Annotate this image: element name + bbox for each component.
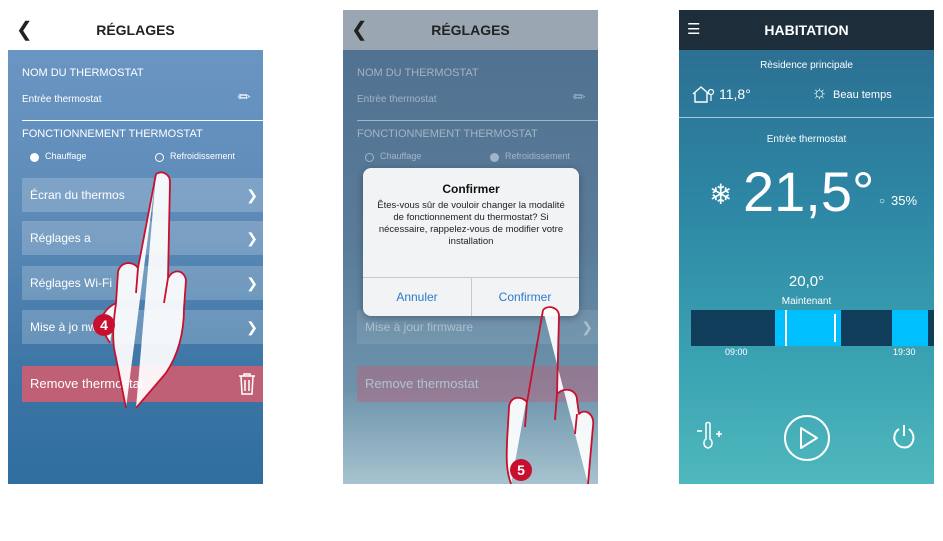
header: ☰ HABITATION <box>679 10 934 50</box>
setpoint-label: Maintenant <box>781 296 832 307</box>
settings-row-wifi[interactable]: Réglages Wi-Fi ❯ <box>22 266 263 300</box>
time-start: 09:00 <box>725 347 748 357</box>
page-title: HABITATION <box>764 22 849 38</box>
settings-row-firmware[interactable]: Mise à jo nware ❯ <box>22 310 263 344</box>
current-temperature: 21,5° <box>743 160 875 223</box>
name-section-label: NOM DU THERMOSTAT <box>357 67 479 79</box>
back-icon[interactable]: ❮ <box>351 10 368 50</box>
timeline-marker <box>785 310 787 346</box>
zone-name: Entrèe thermostat <box>766 134 847 145</box>
radio-cool-label: Refroidissement <box>505 151 571 161</box>
thermostat-name: Entrèe thermostat <box>22 94 102 105</box>
radio-cool <box>490 153 499 162</box>
residence-name: Rèsidence principale <box>760 60 853 71</box>
settings-screen: ❮ RÉGLAGES NOM DU THERMOSTAT Entrèe ther… <box>8 10 263 484</box>
remove-thermostat-button: Remove thermostat <box>357 366 598 402</box>
radio-heat[interactable] <box>30 153 39 162</box>
humidity-icon: ○ <box>879 196 886 207</box>
settings-row-display[interactable]: Écran du thermos ❯ <box>22 178 263 212</box>
step-badge: 5 <box>510 459 532 481</box>
radio-cool[interactable] <box>155 153 164 162</box>
trash-icon <box>239 373 255 395</box>
thermostat-name: Entrèe thermostat <box>357 94 437 105</box>
now-marker <box>834 314 836 342</box>
setpoint-temperature: 20,0° <box>788 273 825 290</box>
radio-heat <box>365 153 374 162</box>
settings-row-advanced[interactable]: Réglages a ❯ <box>22 221 263 255</box>
page-title: RÉGLAGES <box>96 22 175 38</box>
power-icon[interactable] <box>891 424 917 450</box>
weather-label: Beau temps <box>833 89 892 101</box>
mode-section-label: FONCTIONNEMENT THERMOSTAT <box>22 128 203 140</box>
header: ❮ RÉGLAGES <box>8 10 263 50</box>
radio-cool-label: Refroidissement <box>170 151 236 161</box>
mode-section-label: FONCTIONNEMENT THERMOSTAT <box>357 128 538 140</box>
sun-icon: ☼ <box>811 82 828 102</box>
confirm-dialog: Confirmer Êtes-vous sûr de vouloir chang… <box>363 168 579 316</box>
play-icon[interactable] <box>782 413 832 463</box>
chevron-right-icon: ❯ <box>246 275 258 291</box>
confirm-button[interactable]: Confirmer <box>471 278 579 316</box>
thermometer-plus-icon[interactable] <box>695 421 723 451</box>
schedule-timeline[interactable] <box>691 310 934 346</box>
home-temp-icon <box>692 86 715 103</box>
remove-thermostat-button[interactable]: Remove thermostat <box>22 366 263 402</box>
header: ❮ RÉGLAGES <box>343 10 598 50</box>
home-screen: ☰ HABITATION Rèsidence principale 11,8° … <box>679 10 934 484</box>
radio-heat-label: Chauffage <box>380 151 422 161</box>
menu-icon[interactable]: ☰ <box>687 10 700 50</box>
name-section-label: NOM DU THERMOSTAT <box>22 67 144 79</box>
chevron-right-icon: ❯ <box>246 187 258 203</box>
step-badge: 4 <box>93 314 115 336</box>
chevron-right-icon: ❯ <box>581 319 593 335</box>
cancel-button[interactable]: Annuler <box>363 278 471 316</box>
outdoor-temperature: 11,8° <box>719 86 751 102</box>
chevron-right-icon: ❯ <box>246 230 258 246</box>
back-icon[interactable]: ❮ <box>16 10 33 50</box>
pencil-icon[interactable]: ✏ <box>238 88 251 106</box>
dialog-message: Êtes-vous sûr de vouloir changer la moda… <box>377 200 565 247</box>
dialog-title: Confirmer <box>442 182 500 196</box>
chevron-right-icon: ❯ <box>246 319 258 335</box>
time-end: 19:30 <box>893 347 916 357</box>
page-title: RÉGLAGES <box>431 22 510 38</box>
confirm-dialog-screen: ❮ RÉGLAGES NOM DU THERMOSTAT Entrèe ther… <box>343 10 598 484</box>
snowflake-icon: ❄ <box>709 179 733 210</box>
radio-heat-label: Chauffage <box>45 151 87 161</box>
pencil-icon: ✏ <box>573 89 586 106</box>
humidity-value: 35% <box>891 193 918 208</box>
